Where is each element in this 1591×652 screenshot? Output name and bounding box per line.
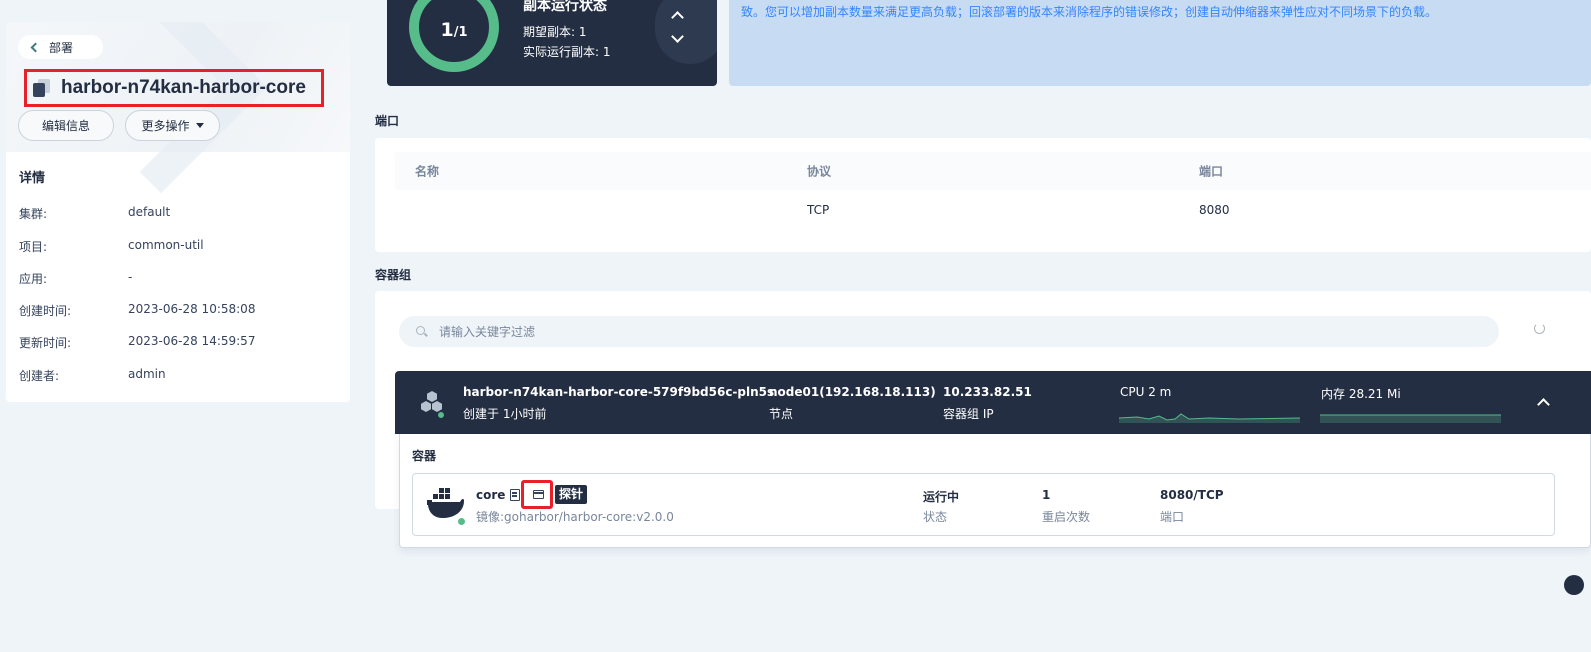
more-actions-label: 更多操作 (141, 119, 190, 133)
ports-section-title: 端口 (375, 114, 400, 128)
detail-value: - (128, 270, 133, 284)
pod-ip: 10.233.82.51 (943, 385, 1032, 399)
search-bar (399, 316, 1499, 347)
pod-name[interactable]: harbor-n74kan-harbor-core-579f9bd56c-pln… (463, 385, 774, 399)
header-port: 端口 (1199, 164, 1224, 179)
replica-status-card: 1/1 副本运行状态 期望副本: 1 实际运行副本: 1 (387, 0, 717, 86)
terminal-icon[interactable] (533, 490, 544, 499)
caret-down-icon (195, 123, 204, 128)
cpu-sparkline (1119, 413, 1300, 423)
ports-table: 名称 协议 端口 TCP 8080 (395, 152, 1591, 229)
detail-row-created: 创建时间: 2023-06-28 10:58:08 (19, 302, 255, 319)
log-icon[interactable] (510, 489, 520, 501)
replica-title: 副本运行状态 (523, 0, 607, 14)
more-actions-button[interactable]: 更多操作 (125, 110, 220, 141)
pods-section-title: 容器组 (375, 268, 412, 282)
detail-row-updated: 更新时间: 2023-06-28 14:59:57 (19, 334, 255, 351)
detail-value: 2023-06-28 14:59:57 (128, 334, 256, 348)
pod-cpu: CPU 2 m (1120, 385, 1172, 399)
info-text: 致。您可以增加副本数量来满足更高负载；回滚部署的版本来消除程序的错误修改；创建自… (741, 5, 1438, 19)
ports-card: 名称 协议 端口 TCP 8080 (375, 138, 1591, 252)
detail-value: common-util (128, 238, 204, 252)
detail-value: admin (128, 367, 166, 381)
details-title: 详情 (19, 171, 46, 186)
container-status-dot (457, 517, 466, 526)
container-status-label: 状态 (923, 510, 948, 524)
pod-icon (417, 391, 447, 421)
replica-scaler (655, 0, 717, 64)
container-ports-label: 端口 (1160, 510, 1185, 524)
resource-detail-card: 部署 harbor-n74kan-harbor-core 编辑信息 更多操作 详… (6, 22, 350, 402)
container-ports: 8080/TCP (1160, 488, 1224, 502)
containers-title: 容器 (412, 449, 437, 463)
container-restarts: 1 (1042, 488, 1051, 502)
replica-ring: 1/1 (409, 0, 499, 72)
detail-key: 应用: (19, 272, 48, 286)
probe-badge: 探针 (555, 485, 588, 504)
container-name[interactable]: core (476, 488, 505, 502)
page-title: harbor-n74kan-harbor-core (61, 77, 306, 98)
table-row: TCP 8080 (395, 190, 1591, 229)
header-name: 名称 (415, 164, 440, 179)
pod-row[interactable]: harbor-n74kan-harbor-core-579f9bd56c-pln… (395, 371, 1591, 434)
back-button-label: 部署 (49, 40, 74, 55)
port-number: 8080 (1199, 202, 1230, 217)
detail-key: 项目: (19, 240, 48, 254)
detail-row-cluster: 集群: default (19, 205, 170, 222)
deployment-icon (33, 79, 51, 97)
search-icon (416, 326, 425, 335)
floating-tool-button[interactable] (1564, 575, 1584, 595)
header-protocol: 协议 (807, 164, 832, 179)
container-image: 镜像:goharbor/harbor-core:v2.0.0 (476, 510, 674, 524)
search-input[interactable] (439, 316, 1479, 347)
detail-key: 创建时间: (19, 304, 72, 318)
detail-value: default (128, 205, 171, 219)
desired-replicas: 期望副本: 1 (523, 25, 587, 39)
container-row: core 探针 镜像:goharbor/harbor-core:v2.0.0 运… (412, 473, 1555, 536)
pod-node-label: 节点 (769, 407, 794, 421)
pod-ip-label: 容器组 IP (943, 407, 994, 421)
containers-panel: 容器 core 探针 镜像:goharbor/harbor-core:v2.0.… (399, 434, 1591, 548)
refresh-icon[interactable] (1534, 323, 1545, 334)
chevron-left-icon (30, 42, 41, 53)
container-restarts-label: 重启次数 (1042, 510, 1091, 524)
detail-value: 2023-06-28 10:58:08 (128, 302, 256, 316)
actual-replicas: 实际运行副本: 1 (523, 45, 611, 59)
detail-row-creator: 创建者: admin (19, 367, 166, 384)
ports-table-header: 名称 协议 端口 (395, 152, 1591, 190)
info-banner: 致。您可以增加副本数量来满足更高负载；回滚部署的版本来消除程序的错误修改；创建自… (729, 0, 1591, 86)
action-buttons: 编辑信息 更多操作 (18, 110, 220, 141)
detail-row-app: 应用: - (19, 270, 132, 287)
pod-created: 创建于 1小时前 (463, 407, 547, 421)
chevron-up-icon[interactable] (1537, 398, 1550, 411)
back-button[interactable]: 部署 (18, 35, 103, 59)
edit-info-button[interactable]: 编辑信息 (18, 110, 114, 141)
detail-key: 创建者: (19, 369, 60, 383)
detail-key: 更新时间: (19, 336, 72, 350)
memory-sparkline (1320, 414, 1501, 423)
detail-key: 集群: (19, 207, 48, 221)
page-title-highlight: harbor-n74kan-harbor-core (24, 69, 324, 107)
container-status: 运行中 (923, 490, 960, 504)
terminal-highlight (521, 480, 553, 509)
detail-row-project: 项目: common-util (19, 238, 204, 255)
replica-count: 1/1 (440, 18, 468, 41)
pod-memory: 内存 28.21 Mi (1321, 387, 1401, 401)
pod-status-dot (437, 411, 445, 419)
pod-node: node01(192.168.18.113) (769, 385, 936, 399)
port-protocol: TCP (807, 202, 830, 217)
